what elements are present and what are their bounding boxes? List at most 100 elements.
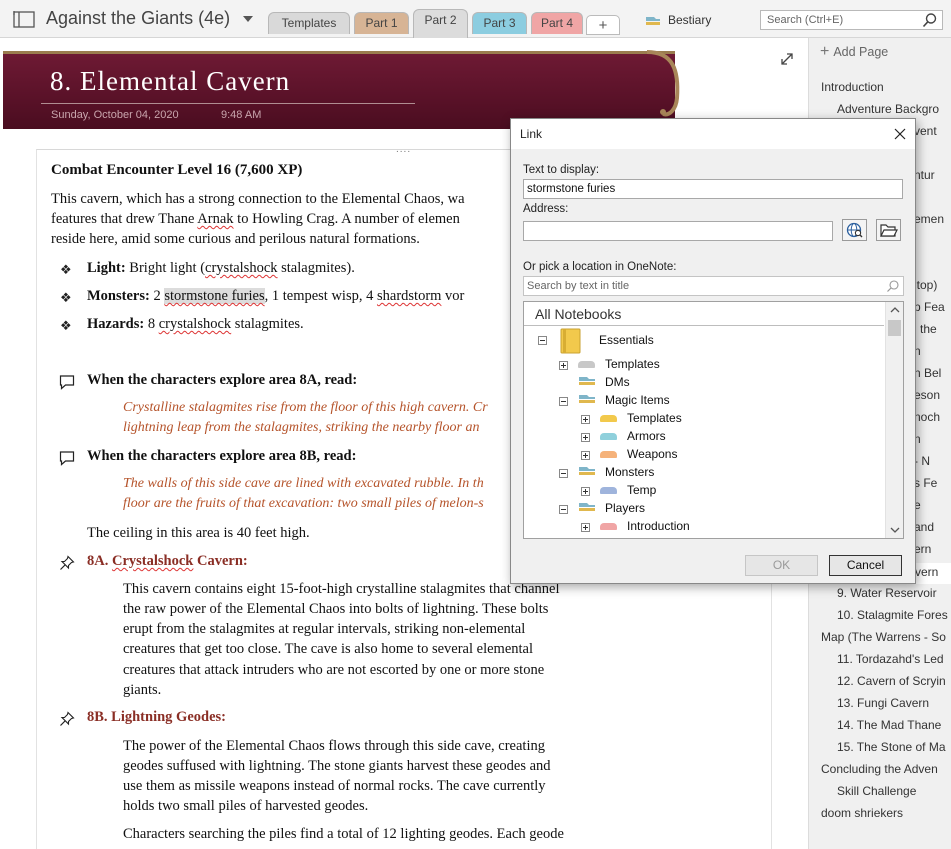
- page-title[interactable]: 8. Elemental Cavern: [50, 66, 290, 97]
- location-tree[interactable]: All Notebooks Essentials Templates DMs M…: [523, 301, 904, 539]
- section-group-icon: [579, 395, 595, 403]
- collapse-toggle[interactable]: [538, 336, 547, 345]
- location-search-input[interactable]: Search by text in title: [523, 276, 904, 296]
- scroll-down-icon[interactable]: [890, 526, 900, 534]
- expand-toggle[interactable]: [559, 361, 568, 370]
- tree-scrollbar[interactable]: [885, 302, 903, 538]
- text-to-display-field[interactable]: stormstone furies: [523, 179, 903, 199]
- selected-text[interactable]: stormstone furies: [164, 288, 265, 304]
- tree-item[interactable]: Essentials: [599, 333, 654, 347]
- top-bar: Against the Giants (4e) Templates Part 1…: [0, 0, 951, 38]
- expand-toggle[interactable]: [581, 451, 590, 460]
- page-item[interactable]: Concluding the Adven: [821, 762, 951, 776]
- expand-toggle[interactable]: [581, 523, 590, 532]
- bullet-icon: ❖: [60, 318, 72, 333]
- tree-item[interactable]: DMs: [605, 375, 630, 389]
- page-item[interactable]: emen: [914, 212, 951, 226]
- tree-item[interactable]: Templates: [605, 357, 660, 371]
- section-8a-line: creatures that attack intruders who are …: [123, 662, 545, 678]
- page-item[interactable]: eson: [914, 388, 951, 402]
- page-item[interactable]: e: [914, 498, 951, 512]
- tree-item[interactable]: Introduction: [627, 519, 690, 533]
- page-item[interactable]: noch: [914, 410, 951, 424]
- page-item[interactable]: 15. The Stone of Ma: [837, 740, 951, 754]
- section-group-icon: [579, 467, 595, 475]
- tab-label: Part 4: [540, 16, 573, 30]
- expand-toggle[interactable]: [581, 487, 590, 496]
- address-field[interactable]: [523, 221, 833, 241]
- notebook-title[interactable]: Against the Giants (4e): [46, 8, 230, 29]
- tab-templates[interactable]: Templates: [268, 12, 350, 34]
- dialog-titlebar[interactable]: Link: [511, 119, 915, 149]
- page-item[interactable]: and: [914, 520, 951, 534]
- page-item[interactable]: n Bel: [914, 366, 951, 380]
- tree-item[interactable]: Armors: [627, 429, 666, 443]
- ok-button[interactable]: OK: [745, 555, 818, 576]
- tree-item[interactable]: Temp: [627, 483, 656, 497]
- pick-location-label: Or pick a location in OneNote:: [523, 261, 677, 273]
- page-item[interactable]: Skill Challenge: [837, 784, 951, 798]
- page-item[interactable]: n: [914, 344, 951, 358]
- address-label: Address:: [523, 203, 569, 215]
- add-page-button[interactable]: + Add Page: [820, 43, 888, 61]
- tree-item[interactable]: Monsters: [605, 465, 654, 479]
- collapse-toggle[interactable]: [559, 469, 568, 478]
- page-item[interactable]: n: [914, 432, 951, 446]
- chevron-down-icon[interactable]: [242, 14, 254, 24]
- page-item[interactable]: 11. Tordazahd's Led: [837, 652, 951, 666]
- tree-item[interactable]: Players: [605, 501, 645, 515]
- scrollbar-thumb[interactable]: [888, 320, 901, 336]
- page-item[interactable]: Adventure Backgro: [837, 102, 951, 116]
- page-item[interactable]: 9. Water Reservoir: [837, 586, 951, 600]
- bestiary-section-group[interactable]: Bestiary: [644, 13, 711, 31]
- add-section-button[interactable]: +: [586, 15, 620, 35]
- section-icon: [600, 415, 617, 422]
- browse-file-button[interactable]: [876, 219, 901, 241]
- page-item[interactable]: - N: [914, 454, 951, 468]
- search-icon[interactable]: [922, 12, 938, 28]
- page-item[interactable]: ern: [914, 542, 951, 556]
- close-icon[interactable]: [893, 127, 907, 141]
- cancel-button[interactable]: Cancel: [829, 555, 902, 576]
- misspelled-word: crystalshock: [158, 316, 232, 332]
- page-item[interactable]: doom shriekers: [821, 806, 951, 820]
- page-item[interactable]: ltop): [914, 278, 951, 292]
- tab-part-1[interactable]: Part 1: [354, 12, 409, 34]
- search-input[interactable]: Search (Ctrl+E): [760, 10, 943, 30]
- expand-toggle[interactable]: [581, 433, 590, 442]
- notebooks-icon[interactable]: [13, 10, 35, 28]
- link-dialog: Link Text to display: stormstone furies …: [510, 118, 916, 584]
- collapse-toggle[interactable]: [559, 397, 568, 406]
- page-item[interactable]: vent: [914, 124, 951, 138]
- tree-item[interactable]: Weapons: [627, 447, 677, 461]
- page-item[interactable]: Map (The Warrens - So: [821, 630, 951, 644]
- page-item[interactable]: s Fe: [914, 476, 951, 490]
- page-item[interactable]: Introduction: [821, 80, 949, 94]
- scroll-up-icon[interactable]: [890, 306, 900, 314]
- tab-label: Part 3: [483, 16, 516, 30]
- tab-part-3[interactable]: Part 3: [472, 12, 527, 34]
- read-aloud-8a-line-2: lightning leap from the stalagmites, str…: [123, 420, 480, 435]
- text: to Howling Crag. A number of elemen: [233, 211, 460, 227]
- note-container-handle[interactable]: ....: [396, 144, 411, 155]
- speech-bubble-icon: [59, 451, 75, 466]
- page-item[interactable]: 14. The Mad Thane: [837, 718, 951, 732]
- collapse-toggle[interactable]: [559, 505, 568, 514]
- section-8a-line: This cavern contains eight 15-foot-high …: [123, 581, 560, 597]
- section-icon: [578, 361, 595, 368]
- tree-item[interactable]: Templates: [627, 411, 682, 425]
- page-item[interactable]: 13. Fungi Cavern: [837, 696, 951, 710]
- expand-toggle[interactable]: [581, 415, 590, 424]
- tab-part-2[interactable]: Part 2: [413, 9, 468, 38]
- page-item[interactable]: 10. Stalagmite Fores: [837, 608, 951, 622]
- browse-web-button[interactable]: [842, 219, 867, 241]
- page-item[interactable]: the: [920, 322, 951, 336]
- text: 2: [149, 288, 165, 304]
- page-item[interactable]: p Fea: [914, 300, 951, 314]
- expand-icon[interactable]: [779, 51, 795, 67]
- page-item[interactable]: 12. Cavern of Scryin: [837, 674, 951, 688]
- text-to-display-label: Text to display:: [523, 164, 600, 176]
- tree-item[interactable]: Magic Items: [605, 393, 670, 407]
- tab-part-4[interactable]: Part 4: [531, 12, 583, 34]
- page-item[interactable]: ntur: [914, 168, 951, 182]
